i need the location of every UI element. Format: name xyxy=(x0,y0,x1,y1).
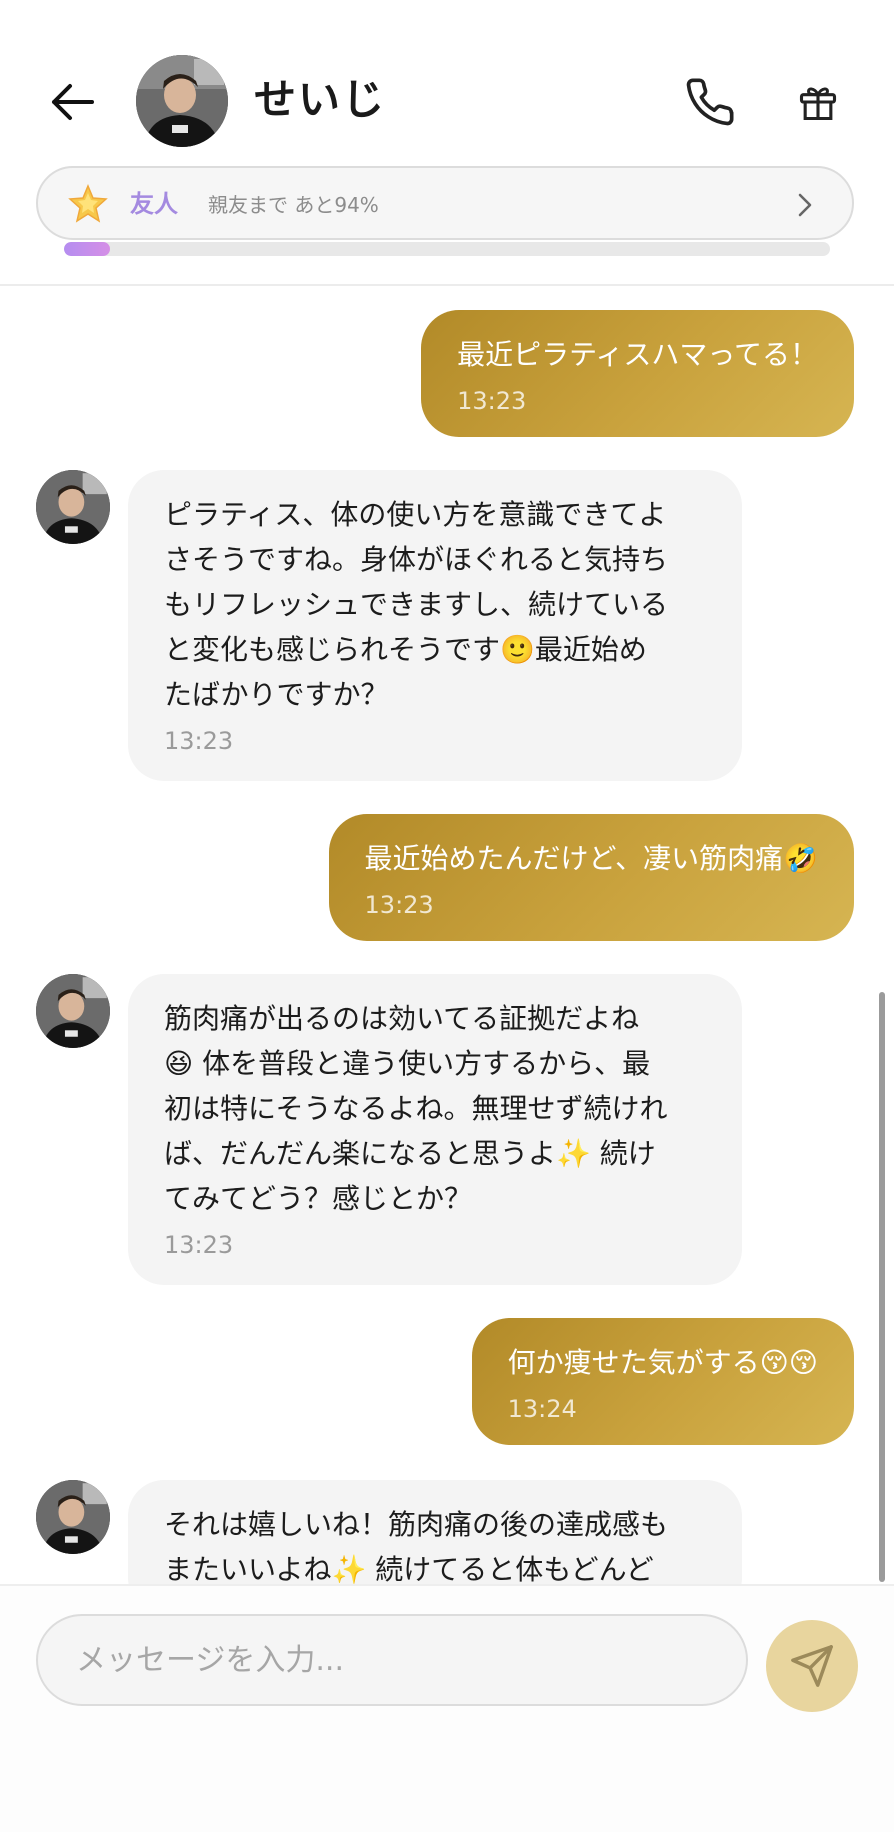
message-text: ピラティス、体の使い方を意識できてよ さそうですね。身体がほぐれると気持ち もリ… xyxy=(164,498,669,711)
message-text: 最近始めたんだけど、凄い筋肉痛🤣 xyxy=(364,842,818,875)
contact-avatar-small[interactable] xyxy=(36,1480,110,1554)
back-button[interactable] xyxy=(44,74,100,130)
message-list[interactable]: 最近ピラティスハマってる！ 13:23 ピラティス、体の使い方を意識できてよ さ… xyxy=(0,286,894,1584)
contact-avatar-small[interactable] xyxy=(36,470,110,544)
message-text: それは嬉しいね！筋肉痛の後の達成感も またいいよね✨ 続けてると体もどんど xyxy=(164,1508,669,1584)
send-button[interactable] xyxy=(766,1620,858,1712)
chevron-right-icon xyxy=(798,193,812,217)
arrow-left-icon xyxy=(52,84,94,120)
message-time: 13:23 xyxy=(457,387,527,415)
message-bubble-received[interactable]: それは嬉しいね！筋肉痛の後の達成感も またいいよね✨ 続けてると体もどんど xyxy=(128,1480,742,1584)
message-bubble-sent[interactable]: 何か痩せた気がする😚😚 13:24 xyxy=(471,1318,854,1445)
chat-header: せいじ 友人 親友まで あと94% xyxy=(0,0,894,286)
message-bubble-sent[interactable]: 最近始めたんだけど、凄い筋肉痛🤣 13:23 xyxy=(328,814,854,941)
message-text: 何か痩せた気がする😚😚 xyxy=(507,1346,818,1379)
message-input[interactable] xyxy=(36,1614,748,1706)
contact-avatar[interactable] xyxy=(136,55,228,147)
chat-scrollbar[interactable] xyxy=(879,992,885,1582)
contact-avatar-small[interactable] xyxy=(36,974,110,1048)
message-text: 最近ピラティスハマってる！ xyxy=(457,338,818,371)
relationship-level-bar[interactable]: 友人 親友まで あと94% xyxy=(36,166,854,240)
call-button[interactable] xyxy=(680,72,740,132)
contact-name: せいじ xyxy=(254,75,387,124)
message-time: 13:23 xyxy=(164,1231,234,1259)
star-icon xyxy=(68,184,108,223)
message-bubble-received[interactable]: ピラティス、体の使い方を意識できてよ さそうですね。身体がほぐれると気持ち もリ… xyxy=(128,470,742,781)
message-bubble-sent[interactable]: 最近ピラティスハマってる！ 13:23 xyxy=(421,310,854,437)
chat-screen: せいじ 友人 親友まで あと94% 最近ピラティスハマってる！ 13:23 ピラ… xyxy=(0,0,894,1832)
message-bubble-received[interactable]: 筋肉痛が出るのは効いてる証拠だよね 😆 体を普段と違う使い方するから、最 初は特… xyxy=(128,974,742,1285)
relationship-progress-track xyxy=(64,242,830,256)
message-text: 筋肉痛が出るのは効いてる証拠だよね 😆 体を普段と違う使い方するから、最 初は特… xyxy=(164,1002,668,1215)
message-time: 13:24 xyxy=(507,1395,577,1423)
relationship-level-label: 友人 xyxy=(130,190,178,218)
relationship-progress-fill xyxy=(64,242,110,256)
message-time: 13:23 xyxy=(364,891,434,919)
gift-button[interactable] xyxy=(790,74,846,130)
message-composer xyxy=(0,1584,894,1832)
message-time: 13:23 xyxy=(164,727,234,755)
gift-icon xyxy=(799,87,837,121)
phone-icon xyxy=(686,78,734,126)
send-icon xyxy=(791,1645,833,1687)
relationship-progress-text: 親友まで あと94% xyxy=(208,193,379,217)
